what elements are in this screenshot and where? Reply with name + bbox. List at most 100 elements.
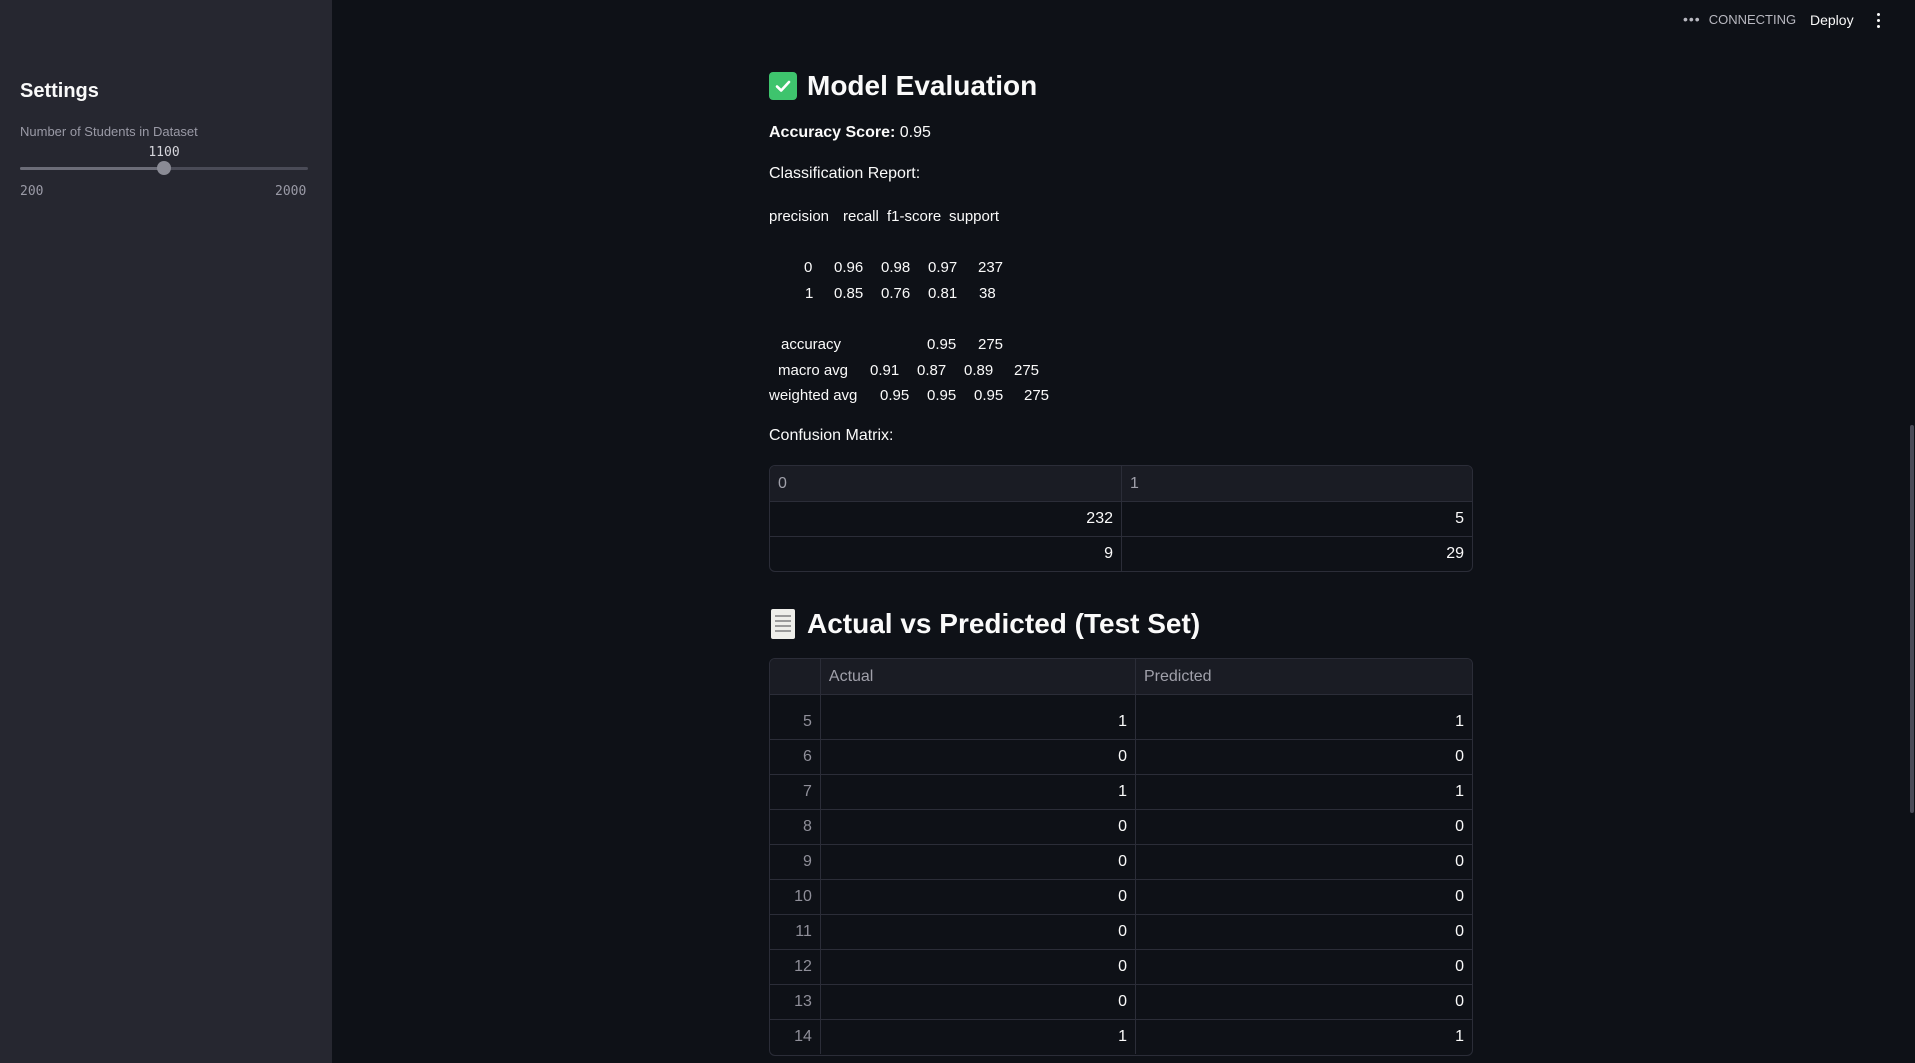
running-dots-icon: •••	[1683, 11, 1701, 27]
main-menu-icon[interactable]	[1870, 10, 1886, 30]
table-row: 12 0 0	[770, 949, 1472, 984]
table-row: 600	[770, 739, 1472, 774]
index-column-header	[770, 659, 820, 694]
report-label-cell: 1	[805, 285, 814, 302]
report-value-cell: 0.81	[928, 285, 958, 302]
predicted-cell[interactable]: 1	[1134, 1020, 1472, 1054]
table-row-partial	[770, 694, 1472, 704]
table-cell[interactable]: 9	[770, 537, 1121, 571]
predicted-cell[interactable]: 1	[1134, 775, 1472, 809]
actual-cell[interactable]: 0	[819, 740, 1135, 774]
table-cell[interactable]: 29	[1121, 537, 1472, 571]
column-header-predicted[interactable]: Predicted	[1134, 659, 1472, 694]
row-index-cell[interactable]: 11	[770, 915, 820, 949]
report-header-cell: f1-score	[887, 208, 942, 225]
classification-report-label: Classification Report:	[769, 165, 921, 182]
predictions-rows: 5 1 1 6 0 0 7 1 1 8 0 0 9 0 0 10 0 0 11 0 0 12 0 0 13 0 0 14 1 1	[770, 704, 1472, 1054]
slider-fill	[20, 167, 164, 170]
report-value-cell: 0.95	[927, 387, 957, 404]
slider-min-label: 200	[20, 184, 44, 199]
row-index-cell[interactable]: 6	[770, 740, 820, 774]
actual-cell[interactable]: 0	[819, 915, 1135, 949]
connection-status: ••• CONNECTING	[1683, 12, 1796, 27]
predictions-table[interactable]: Actual Predicted 5 1 1 6 0 0 7 1 1 8 0 0 9 0 0 10 0 0 11 0 0…	[769, 658, 1473, 1056]
predicted-cell[interactable]: 0	[1134, 810, 1472, 844]
table-header-row: Actual Predicted	[770, 659, 1472, 694]
table-row: 711	[770, 774, 1472, 809]
table-header-row: 0 1	[770, 466, 1472, 501]
accuracy-score-value: 0.95	[899, 124, 931, 141]
check-mark-icon	[769, 72, 797, 100]
report-label-cell: 0	[804, 259, 813, 276]
report-value-cell: 38	[979, 285, 996, 302]
table-row: 511	[770, 704, 1472, 739]
table-row: 9 29	[770, 536, 1472, 571]
row-index-cell[interactable]: 12	[770, 950, 820, 984]
report-value-cell: 0.76	[881, 285, 911, 302]
students-slider-thumb[interactable]	[157, 161, 171, 175]
confusion-matrix-table[interactable]: 0 1 232 5 9 29	[769, 465, 1473, 572]
confusion-matrix-label: Confusion Matrix:	[769, 427, 894, 444]
row-index-cell[interactable]: 5	[770, 704, 820, 739]
document-icon	[771, 609, 795, 639]
actual-cell[interactable]: 0	[819, 880, 1135, 914]
column-header[interactable]: 0	[770, 466, 1121, 501]
row-index-cell[interactable]: 14	[770, 1020, 820, 1054]
report-value-cell: 0.95	[880, 387, 910, 404]
report-header-cell: recall	[843, 208, 879, 225]
column-header[interactable]: 1	[1121, 466, 1472, 501]
table-row: 800	[770, 809, 1472, 844]
sidebar: Settings Number of Students in Dataset 1…	[0, 0, 332, 1063]
row-index-cell[interactable]: 8	[770, 810, 820, 844]
table-cell[interactable]: 5	[1121, 502, 1472, 536]
row-index-cell[interactable]: 13	[770, 985, 820, 1019]
predictions-heading: Actual vs Predicted (Test Set)	[769, 608, 1200, 640]
report-value-cell: 0.95	[927, 336, 957, 353]
accuracy-score-line: Accuracy Score: 0.95	[769, 124, 931, 142]
actual-cell[interactable]: 1	[819, 704, 1135, 739]
table-cell[interactable]: 232	[770, 502, 1121, 536]
report-value-cell: 0.97	[928, 259, 958, 276]
report-value-cell: 0.98	[881, 259, 911, 276]
report-value-cell: 275	[1024, 387, 1050, 404]
connection-status-text: CONNECTING	[1708, 12, 1797, 27]
actual-cell[interactable]: 0	[819, 810, 1135, 844]
report-value-cell: 237	[978, 259, 1004, 276]
report-value-cell: 0.96	[834, 259, 864, 276]
report-value-cell: 0.89	[964, 362, 994, 379]
accuracy-score-label: Accuracy Score:	[769, 124, 896, 141]
predicted-cell[interactable]: 0	[1134, 950, 1472, 984]
actual-cell[interactable]: 1	[819, 775, 1135, 809]
report-value-cell: 0.85	[834, 285, 864, 302]
predicted-cell[interactable]: 1	[1134, 704, 1472, 739]
sidebar-title: Settings	[20, 80, 99, 102]
slider-label: Number of Students in Dataset	[20, 124, 198, 139]
report-label-cell: weighted avg	[769, 387, 858, 404]
report-label-cell: macro avg	[778, 362, 849, 379]
row-index-cell[interactable]: 9	[770, 845, 820, 879]
predicted-cell[interactable]: 0	[1134, 985, 1472, 1019]
table-row: 11 0 0	[770, 914, 1472, 949]
row-index-cell[interactable]: 10	[770, 880, 820, 914]
actual-cell[interactable]: 0	[819, 845, 1135, 879]
deploy-button[interactable]: Deploy	[1800, 8, 1864, 32]
model-evaluation-heading: Model Evaluation	[769, 70, 1037, 102]
predicted-cell[interactable]: 0	[1134, 880, 1472, 914]
model-evaluation-title: Model Evaluation	[807, 70, 1038, 101]
report-label-cell: accuracy	[781, 336, 842, 353]
column-header-actual[interactable]: Actual	[819, 659, 1135, 694]
table-row: 10 0 0	[770, 879, 1472, 914]
actual-cell[interactable]: 1	[819, 1020, 1135, 1054]
report-value-cell: 0.95	[974, 387, 1004, 404]
predicted-cell[interactable]: 0	[1134, 915, 1472, 949]
actual-cell[interactable]: 0	[819, 985, 1135, 1019]
row-index-cell[interactable]: 7	[770, 775, 820, 809]
predicted-cell[interactable]: 0	[1134, 740, 1472, 774]
table-row: 900	[770, 844, 1472, 879]
actual-cell[interactable]: 0	[819, 950, 1135, 984]
slider-value: 1100	[148, 145, 180, 160]
page-scrollbar[interactable]	[1910, 425, 1914, 813]
predictions-title: Actual vs Predicted (Test Set)	[807, 608, 1201, 639]
report-header-cell: precision	[769, 208, 830, 225]
predicted-cell[interactable]: 0	[1134, 845, 1472, 879]
